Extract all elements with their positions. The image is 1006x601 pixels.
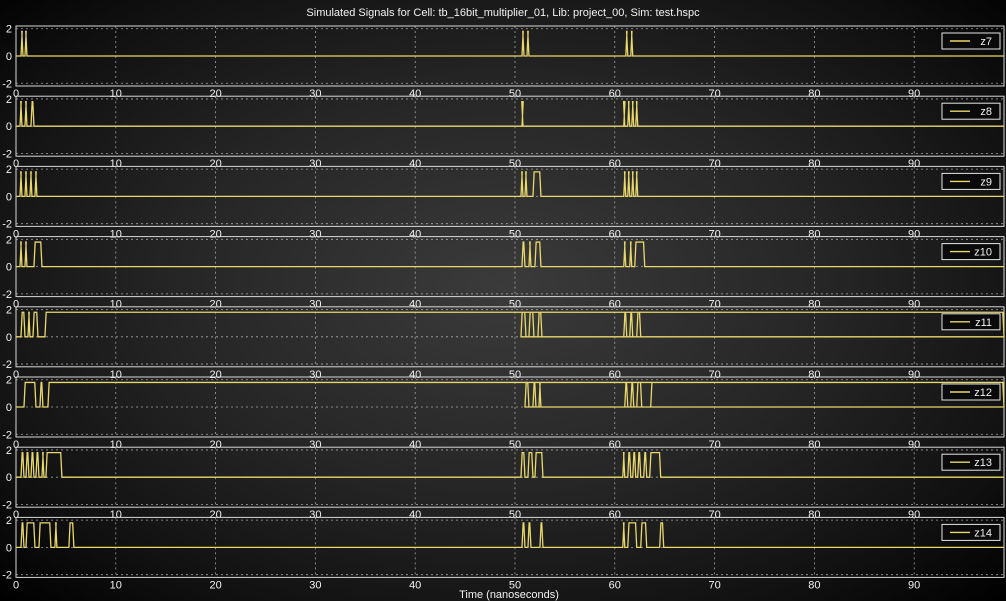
signal-panel-z13: 0 10 20 30 40 50 60 70 80 9020-2z13 — [2, 445, 1005, 521]
x-tick-label: 10 — [110, 299, 122, 311]
x-tick-label: 50 — [509, 299, 521, 311]
y-tick-label: 0 — [6, 472, 12, 484]
signal-panel-z11: 0 10 20 30 40 50 60 70 80 9020-2z11 — [2, 305, 1005, 381]
y-tick-label: -2 — [2, 359, 12, 371]
y-tick-label: -2 — [2, 148, 12, 160]
x-tick-label: 80 — [808, 579, 820, 591]
y-tick-label: -2 — [2, 429, 12, 441]
x-tick-label: 40 — [409, 579, 421, 591]
legend-label: z11 — [975, 317, 992, 329]
x-tick-label: 10 — [110, 579, 122, 591]
y-tick-label: 0 — [6, 51, 12, 63]
y-tick-label: 2 — [6, 24, 12, 36]
signal-panel-z14: 0 10 20 30 40 50 60 70 80 9020-2z14 — [2, 515, 1005, 591]
legend-label: z10 — [974, 247, 992, 259]
x-tick-label: 90 — [908, 579, 920, 591]
signal-trace-z11 — [16, 311, 1005, 338]
x-tick-label: 0 — [13, 579, 19, 591]
y-tick-label: 2 — [6, 305, 12, 317]
signal-panel-z10: 0 10 20 30 40 50 60 70 80 9020-2z10 — [2, 234, 1005, 311]
x-tick-label: 60 — [609, 579, 621, 591]
y-tick-label: -2 — [2, 570, 12, 582]
chart-title: Simulated Signals for Cell: tb_16bit_mul… — [306, 7, 700, 19]
y-tick-label: -2 — [2, 219, 12, 231]
x-tick-label: 60 — [609, 299, 621, 311]
y-tick-label: -2 — [2, 289, 12, 301]
legend-label: z8 — [980, 106, 992, 118]
y-tick-label: 0 — [6, 542, 12, 554]
signal-panel-z7: 0 10 20 30 40 50 60 70 80 9020-2z7 — [2, 24, 1005, 100]
y-tick-label: 2 — [6, 375, 12, 387]
legend-label: z9 — [980, 176, 992, 188]
signal-trace-z9 — [16, 171, 1004, 198]
y-tick-label: 2 — [6, 234, 12, 246]
y-tick-label: 0 — [6, 402, 12, 414]
y-tick-label: -2 — [2, 499, 12, 511]
y-tick-label: 0 — [6, 121, 12, 133]
legend-label: z12 — [974, 387, 992, 399]
signal-trace-z7 — [16, 30, 1004, 57]
signal-trace-z10 — [16, 241, 1004, 268]
x-tick-label: 90 — [908, 299, 920, 311]
signals-chart: Simulated Signals for Cell: tb_16bit_mul… — [2, 7, 1005, 601]
y-tick-label: 0 — [6, 332, 12, 344]
y-tick-label: 2 — [6, 164, 12, 176]
legend-label: z13 — [974, 457, 992, 469]
y-tick-label: 0 — [6, 191, 12, 203]
signal-panels: 0 10 20 30 40 50 60 70 80 9020-2z70 10 20 30 40 50 60 70… — [2, 24, 1005, 591]
signal-trace-z14 — [16, 522, 1004, 549]
y-tick-label: 2 — [6, 445, 12, 457]
signal-trace-z8 — [16, 101, 1004, 127]
x-tick-label: 30 — [309, 299, 321, 311]
signal-trace-z12 — [16, 381, 1005, 408]
y-tick-label: -2 — [2, 78, 12, 90]
signal-panel-z9: 0 10 20 30 40 50 60 70 80 9020-2z9 — [2, 164, 1005, 240]
signal-panel-z12: 0 10 20 30 40 50 60 70 80 9020-2z12 — [2, 375, 1005, 451]
signal-panel-z8: 0 10 20 30 40 50 60 70 80 9020-2z8 — [2, 94, 1005, 170]
x-tick-label: 40 — [409, 299, 421, 311]
y-tick-label: 0 — [6, 262, 12, 274]
x-axis-label: Time (nanoseconds) — [459, 589, 559, 601]
legend-label: z7 — [980, 36, 992, 48]
x-tick-label: 70 — [708, 299, 720, 311]
signal-trace-z13 — [16, 452, 1004, 478]
y-tick-label: 2 — [6, 515, 12, 527]
legend-label: z14 — [974, 527, 992, 539]
x-tick-label: 70 — [708, 579, 720, 591]
x-tick-label: 20 — [209, 299, 221, 311]
y-tick-label: 2 — [6, 94, 12, 106]
x-tick-label: 30 — [309, 579, 321, 591]
x-tick-label: 20 — [209, 579, 221, 591]
x-tick-label: 80 — [808, 299, 820, 311]
chart-window: Simulated Signals for Cell: tb_16bit_mul… — [0, 0, 1006, 601]
